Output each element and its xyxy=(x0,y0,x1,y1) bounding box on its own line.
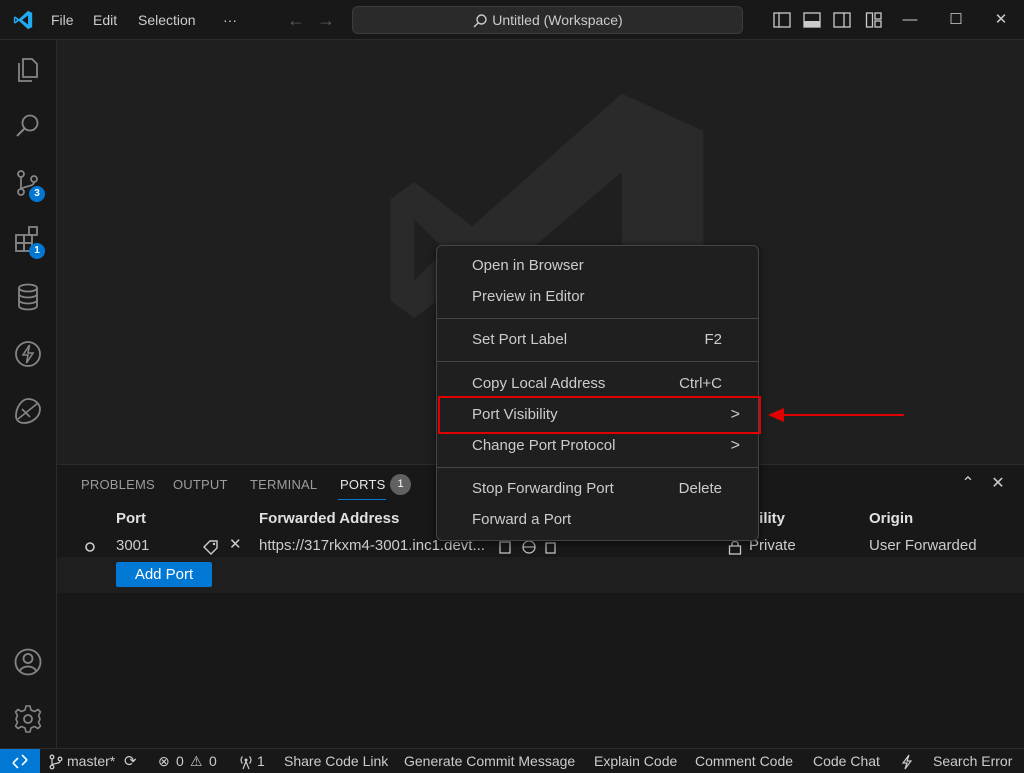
maximize-button[interactable]: ☐ xyxy=(933,0,979,40)
menu-more[interactable]: ··· xyxy=(223,0,237,40)
status-bar: master* ⟳ ⊗ 0 ⚠ 0 1 Share Code Link Gene… xyxy=(0,748,1024,773)
menu-item-change-port-protocol[interactable]: Change Port Protocol > xyxy=(437,432,758,460)
error-count: 0 xyxy=(176,753,184,769)
menu-item-open-in-browser[interactable]: Open in Browser xyxy=(437,252,758,280)
port-context-menu: Open in Browser Preview in Editor Set Po… xyxy=(436,245,759,541)
database-icon[interactable] xyxy=(12,281,44,313)
port-number: 3001 xyxy=(116,537,150,554)
stop-forwarding-x-icon[interactable]: ✕ xyxy=(229,535,242,553)
workspace-title: Untitled (Workspace) xyxy=(492,12,623,28)
toggle-panel-icon[interactable] xyxy=(802,10,822,30)
explorer-icon[interactable] xyxy=(12,54,44,86)
branch-name[interactable]: master* xyxy=(67,749,115,773)
warning-icon[interactable]: ⚠ xyxy=(190,749,203,773)
menu-item-forward-a-port[interactable]: Forward a Port xyxy=(437,506,758,534)
extensions-badge: 1 xyxy=(29,243,45,259)
menu-item-stop-forwarding-port[interactable]: Stop Forwarding Port Delete xyxy=(437,475,758,503)
menu-item-preview-in-editor[interactable]: Preview in Editor xyxy=(437,283,758,311)
port-status-circle-icon xyxy=(85,542,95,552)
menu-separator xyxy=(437,467,758,468)
minimize-button[interactable]: — xyxy=(887,0,933,40)
tab-problems[interactable]: PROBLEMS xyxy=(81,477,155,492)
remote-icon xyxy=(12,754,28,769)
remote-explorer-icon[interactable] xyxy=(12,395,44,427)
tab-ports[interactable]: PORTS xyxy=(340,477,386,492)
tab-terminal[interactable]: TERMINAL xyxy=(250,477,317,492)
toggle-secondary-sidebar-icon[interactable] xyxy=(832,10,852,30)
customize-layout-icon[interactable] xyxy=(864,10,884,30)
menu-item-copy-local-address[interactable]: Copy Local Address Ctrl+C xyxy=(437,370,758,398)
close-panel-icon[interactable]: ✕ xyxy=(989,475,1007,493)
remote-indicator-button[interactable] xyxy=(0,749,40,773)
menu-separator xyxy=(437,318,758,319)
forward-arrow-icon[interactable]: → xyxy=(316,10,336,30)
column-origin: Origin xyxy=(869,510,914,527)
chevron-right-icon: > xyxy=(730,437,740,454)
menu-separator xyxy=(437,361,758,362)
explain-code[interactable]: Explain Code xyxy=(594,749,677,773)
menu-item-set-port-label[interactable]: Set Port Label F2 xyxy=(437,326,758,354)
menu-file[interactable]: File xyxy=(51,0,74,40)
comment-code[interactable]: Comment Code xyxy=(695,749,793,773)
annotation-arrow-icon xyxy=(768,408,904,422)
lightning-icon[interactable] xyxy=(12,338,44,370)
back-arrow-icon[interactable]: ← xyxy=(286,10,306,30)
source-control-badge: 3 xyxy=(29,186,45,202)
close-window-button[interactable]: ✕ xyxy=(978,0,1024,40)
search-error[interactable]: Search Error xyxy=(933,749,1012,773)
toggle-primary-sidebar-icon[interactable] xyxy=(772,10,792,30)
search-view-icon[interactable] xyxy=(12,110,44,142)
command-center-search[interactable]: Untitled (Workspace) xyxy=(352,6,743,34)
activity-bar: 3 1 xyxy=(0,40,57,748)
column-forwarded-address: Forwarded Address xyxy=(259,510,400,527)
code-chat[interactable]: Code Chat xyxy=(813,749,880,773)
column-port: Port xyxy=(116,510,146,527)
active-tab-indicator xyxy=(338,499,386,500)
warning-count: 0 xyxy=(209,753,217,769)
tab-output[interactable]: OUTPUT xyxy=(173,477,228,492)
title-bar: File Edit Selection ··· ← → Untitled (Wo… xyxy=(0,0,1024,40)
settings-gear-icon[interactable] xyxy=(12,703,44,735)
ports-count: 1 xyxy=(257,753,265,769)
generate-commit-message[interactable]: Generate Commit Message xyxy=(404,749,575,773)
add-port-button[interactable]: Add Port xyxy=(116,562,212,587)
error-icon[interactable]: ⊗ xyxy=(158,749,170,773)
lock-icon xyxy=(728,540,742,555)
lightning-bolt-icon[interactable] xyxy=(900,754,914,770)
maximize-panel-chevron-up-icon[interactable]: ⌃ xyxy=(959,475,977,493)
ports-antenna-icon[interactable] xyxy=(238,754,254,770)
branch-icon xyxy=(49,754,63,770)
account-icon[interactable] xyxy=(12,646,44,678)
annotation-highlight-box xyxy=(438,396,761,434)
vscode-logo-icon xyxy=(13,10,33,30)
sync-icon[interactable]: ⟳ xyxy=(124,749,137,773)
menu-edit[interactable]: Edit xyxy=(93,0,117,40)
share-code-link[interactable]: Share Code Link xyxy=(284,749,388,773)
label-tag-icon[interactable] xyxy=(202,539,220,555)
search-icon xyxy=(473,14,487,28)
menu-selection[interactable]: Selection xyxy=(138,0,196,40)
address-actions-icons[interactable] xyxy=(498,539,558,555)
port-origin: User Forwarded xyxy=(869,537,977,554)
ports-count-badge: 1 xyxy=(390,474,411,495)
